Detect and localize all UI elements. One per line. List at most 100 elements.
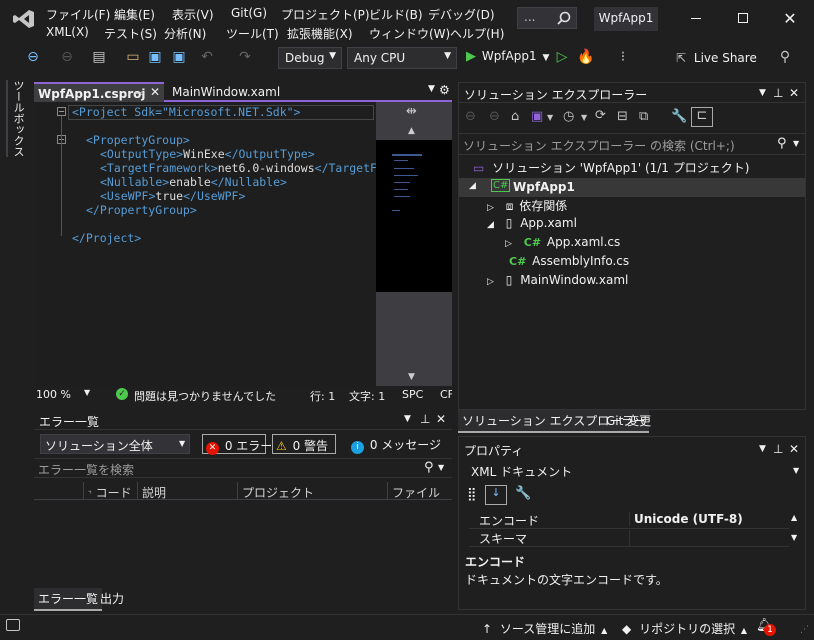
menu-test[interactable]: テスト(S) [104, 25, 157, 42]
menu-file[interactable]: ファイル(F) [46, 6, 110, 23]
panel-options-icon[interactable]: ▼ [759, 88, 766, 98]
tree-item-mainwindow[interactable]: ▷ ▯ MainWindow.xaml [487, 273, 787, 292]
object-select[interactable]: XML ドキュメント ▼ [465, 461, 805, 481]
undo-icon[interactable]: ↶ [198, 48, 216, 66]
new-project-icon[interactable]: ▤ [90, 48, 108, 66]
menu-analyze[interactable]: 分析(N) [164, 25, 206, 42]
open-icon[interactable]: ▭ [124, 48, 142, 66]
pending-changes-icon[interactable]: ◷ [563, 109, 574, 124]
refresh-icon[interactable]: ⟳ [595, 108, 606, 123]
close-icon[interactable]: ✕ [780, 9, 800, 28]
panel-options-icon[interactable]: ▼ [404, 414, 411, 424]
tree-item-app-xaml[interactable]: ◢ ▯ App.xaml [487, 216, 787, 235]
redo-icon[interactable]: ↷ [236, 48, 254, 66]
scroll-down-icon[interactable]: ▼ [408, 372, 415, 382]
close-icon[interactable]: ✕ [789, 86, 799, 100]
tab-output[interactable]: 出力 [96, 588, 128, 609]
vs-logo-icon[interactable] [12, 8, 36, 30]
tab-csproj[interactable]: WpfApp1.csproj ⊸ ✕ [34, 82, 164, 102]
close-icon[interactable]: ✕ [436, 412, 446, 426]
menu-git[interactable]: Git(G) [231, 6, 267, 20]
menu-view[interactable]: 表示(V) [172, 6, 214, 23]
notifications-button[interactable]: 🔔︎ 1 [756, 618, 780, 638]
home-icon[interactable]: ⌂ [511, 109, 519, 124]
column-header-file[interactable]: ファイル [388, 482, 452, 500]
tree-item-project[interactable]: ◢ C# WpfApp1 [459, 178, 805, 197]
scroll-up-icon[interactable]: ▲ [791, 513, 797, 522]
fold-icon[interactable]: − [57, 107, 66, 116]
error-search-input[interactable]: エラー一覧を検索 ⚲ ▼ [34, 458, 452, 478]
more-icon[interactable]: ⁝ [614, 48, 632, 66]
feedback-icon[interactable]: ⚲ [776, 48, 794, 66]
line-ending-indicator[interactable]: CF [440, 388, 452, 401]
maximize-icon[interactable] [733, 10, 753, 26]
tree-item-solution[interactable]: ▭ ソリューション 'WpfApp1' (1/1 プロジェクト) [473, 159, 803, 178]
menu-debug[interactable]: デバッグ(D) [428, 6, 495, 23]
collapse-all-icon[interactable]: ⊟ [617, 109, 628, 124]
menu-build[interactable]: ビルド(B) [369, 6, 423, 23]
code-editor[interactable]: − − <Project Sdk="Microsoft.NET.Sdk"> <P… [34, 102, 452, 386]
tab-dropdown-icon[interactable]: ▼ [428, 84, 435, 94]
hot-reload-icon[interactable]: 🔥 [577, 48, 595, 66]
tab-mainwindow[interactable]: MainWindow.xaml [168, 82, 308, 102]
resize-grip-icon[interactable]: ⋰ [800, 625, 809, 635]
properties-icon[interactable]: 🔧 [671, 109, 687, 124]
tree-item-assemblyinfo[interactable]: C# AssemblyInfo.cs [509, 254, 789, 273]
panel-options-icon[interactable]: ▼ [759, 444, 766, 454]
column-header-description[interactable]: 説明 [138, 482, 238, 500]
back-icon[interactable]: ⊖ [24, 48, 42, 66]
pin-icon[interactable]: ⊥ [773, 442, 783, 456]
output-window-icon[interactable] [6, 619, 20, 631]
live-share-button[interactable]: ⇱ Live Share [676, 51, 757, 65]
menu-tools[interactable]: ツール(T) [226, 25, 279, 42]
config-select[interactable]: Debug ▼ [278, 47, 342, 69]
scope-select[interactable]: ソリューション全体 ▼ [40, 434, 190, 454]
repository-button[interactable]: ◆ リポジトリの選択 ▲ [622, 620, 747, 637]
zoom-select[interactable]: 100 % ▼ [36, 388, 94, 401]
menu-edit[interactable]: 編集(E) [114, 6, 155, 23]
split-icon[interactable]: ⇹ [406, 104, 417, 119]
forward-icon[interactable]: ⊖ [489, 109, 500, 124]
property-row[interactable]: エンコード Unicode (UTF-8) [469, 511, 789, 529]
menu-project[interactable]: プロジェクト(P) [281, 6, 370, 23]
menu-extensions[interactable]: 拡張機能(X) [287, 25, 353, 42]
preview-icon[interactable]: ⊏ [691, 107, 713, 127]
scrollbar-map[interactable]: ⇹ ▲ ▼ [376, 102, 452, 386]
pin-icon[interactable]: ⊥ [420, 412, 430, 426]
settings-icon[interactable]: ⚙ [439, 83, 450, 97]
no-issues-label[interactable]: 問題は見つかりませんでした [134, 388, 276, 404]
source-control-button[interactable]: ↑ ソース管理に追加 ▲ [482, 620, 607, 637]
minimize-icon[interactable] [686, 10, 706, 26]
close-icon[interactable]: ✕ [150, 85, 160, 99]
pin-icon[interactable]: ⊥ [773, 86, 783, 100]
back-icon[interactable]: ⊖ [465, 109, 476, 124]
property-row[interactable]: スキーマ [469, 529, 789, 547]
tree-item-dependencies[interactable]: ▷ ⧈ 依存関係 [487, 197, 787, 216]
close-icon[interactable]: ✕ [789, 442, 799, 456]
line-indicator[interactable]: 行: 1 [310, 388, 335, 404]
menu-window[interactable]: ウィンドウ(W) [369, 25, 450, 42]
menu-xml[interactable]: XML(X) [46, 25, 89, 39]
alphabetical-icon[interactable]: ↓ [485, 485, 507, 505]
column-indicator[interactable]: 文字: 1 [349, 388, 385, 404]
categorized-icon[interactable]: ⣿ [467, 487, 477, 502]
toolbox-tab[interactable]: ツールボックス [6, 80, 26, 157]
tree-item-app-xaml-cs[interactable]: ▷ C# App.xaml.cs [505, 235, 785, 254]
column-header-code[interactable]: ⌝ コード [84, 482, 138, 500]
search-box[interactable]: ... [517, 7, 577, 29]
show-all-files-icon[interactable]: ⧉ [639, 109, 648, 124]
scroll-up-icon[interactable]: ▲ [408, 126, 415, 136]
tab-git-changes[interactable]: Git 変更 [602, 410, 655, 431]
tab-error-list[interactable]: エラー一覧 [34, 588, 103, 611]
forward-icon[interactable]: ⊖ [58, 48, 76, 66]
errors-filter-button[interactable]: ✕ 0 エラー [202, 434, 272, 455]
run-without-debug-icon[interactable]: ▷ [553, 48, 571, 66]
column-header-flag[interactable] [34, 482, 84, 500]
pin-icon[interactable]: ⊸ [134, 86, 144, 100]
property-pages-icon[interactable]: 🔧 [515, 486, 531, 501]
messages-filter-button[interactable]: i 0 メッセージ [348, 434, 448, 454]
column-header-project[interactable]: プロジェクト [238, 482, 388, 500]
switch-views-icon[interactable]: ▣ [531, 109, 543, 124]
se-search-input[interactable]: ソリューション エクスプローラー の検索 (Ctrl+;) ⚲ ▼ [459, 133, 805, 155]
spacing-indicator[interactable]: SPC [402, 388, 423, 401]
